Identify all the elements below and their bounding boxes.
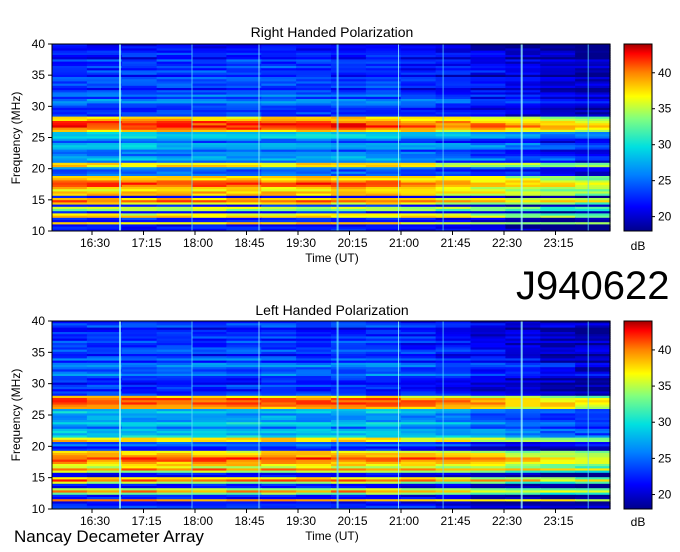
rfi-streak <box>191 44 193 231</box>
y-axis-ticks: 10 15 20 25 30 35 40 <box>32 314 52 516</box>
y-axis-label: Frequency (MHz) <box>9 369 23 462</box>
colorbar-tick-label: 35 <box>658 102 672 116</box>
rfi-streak <box>336 44 339 231</box>
x-tick-label: 19:30 <box>286 514 316 528</box>
rfi-streak <box>442 44 444 231</box>
colorbar-tick-label: 30 <box>658 138 672 152</box>
y-tick-label: 20 <box>32 162 46 176</box>
colorbar-tick-label: 40 <box>658 343 672 357</box>
x-axis-ticks: 16:30 17:15 18:00 18:45 19:30 20:15 21:00 21:45… <box>80 231 574 250</box>
y-tick-label: 10 <box>32 502 46 516</box>
rfi-streak <box>336 321 339 509</box>
y-tick-label: 30 <box>32 377 46 391</box>
x-tick-label: 23:15 <box>543 514 573 528</box>
colorbar-tick-label: 40 <box>658 66 672 80</box>
x-axis-label: Time (UT) <box>305 251 359 265</box>
x-axis-label: Time (UT) <box>305 529 359 543</box>
rfi-streak <box>119 44 121 231</box>
rfi-streak <box>520 44 523 231</box>
right-polarization-panel: Right Handed Polarization 10 15 20 25 30 35 40… <box>9 24 672 265</box>
y-tick-label: 15 <box>32 193 46 207</box>
rfi-streak <box>442 321 444 509</box>
y-tick-label: 35 <box>32 68 46 82</box>
colorbar <box>623 43 653 232</box>
rfi-streak <box>119 321 121 509</box>
x-tick-label: 18:45 <box>234 514 264 528</box>
y-tick-label: 15 <box>32 471 46 485</box>
x-tick-label: 21:00 <box>389 514 419 528</box>
x-axis-ticks: 16:30 17:15 18:00 18:45 19:30 20:15 21:00 21:45… <box>80 509 574 528</box>
x-tick-label: 17:15 <box>131 236 161 250</box>
colorbar-tick-label: 20 <box>658 210 672 224</box>
y-tick-label: 35 <box>32 345 46 359</box>
x-tick-label: 16:30 <box>80 514 110 528</box>
rfi-streak <box>520 321 523 509</box>
y-axis-ticks: 10 15 20 25 30 35 40 <box>32 37 52 238</box>
rfi-streak <box>398 321 399 509</box>
x-tick-label: 20:15 <box>337 236 367 250</box>
colorbar-tick-label: 20 <box>658 488 672 502</box>
x-tick-label: 21:45 <box>440 236 470 250</box>
y-tick-label: 25 <box>32 131 46 145</box>
y-tick-label: 40 <box>32 314 46 328</box>
chart-title: Right Handed Polarization <box>251 24 414 40</box>
x-tick-label: 21:00 <box>389 236 419 250</box>
colorbar-tick-label: 25 <box>658 174 672 188</box>
colorbar-tick-label: 25 <box>658 451 672 465</box>
observation-id: J940622 <box>516 264 670 308</box>
chart-title: Left Handed Polarization <box>255 302 408 318</box>
colorbar-tick-label: 35 <box>658 379 672 393</box>
spectrogram-heatmap <box>52 321 611 509</box>
rfi-streak <box>191 321 193 509</box>
rfi-streak <box>258 321 260 509</box>
x-tick-label: 21:45 <box>440 514 470 528</box>
rfi-streak <box>398 44 399 231</box>
rfi-streak <box>258 44 260 231</box>
x-tick-label: 20:15 <box>337 514 367 528</box>
left-polarization-panel: Left Handed Polarization 10152025303540 … <box>9 302 672 543</box>
colorbar-ticks: 20 25 30 35 40 <box>652 66 672 224</box>
colorbar-ticks: 20 25 30 35 40 <box>652 343 672 502</box>
colorbar-tick-label: 30 <box>658 415 672 429</box>
y-tick-label: 25 <box>32 408 46 422</box>
x-tick-label: 18:45 <box>234 236 264 250</box>
x-tick-label: 19:30 <box>286 236 316 250</box>
colorbar-unit-label: dB <box>631 239 646 253</box>
y-tick-label: 30 <box>32 99 46 113</box>
spectrogram-heatmap <box>52 44 611 231</box>
instrument-label: Nancay Decameter Array <box>14 527 204 546</box>
colorbar <box>623 320 653 510</box>
x-tick-label: 18:00 <box>183 514 213 528</box>
x-tick-label: 22:30 <box>492 514 522 528</box>
colorbar-unit-label: dB <box>631 515 646 529</box>
x-tick-label: 23:15 <box>543 236 573 250</box>
y-axis-label: Frequency (MHz) <box>9 92 23 185</box>
x-tick-label: 18:00 <box>183 236 213 250</box>
rfi-streak <box>587 321 589 509</box>
y-tick-label: 10 <box>32 224 46 238</box>
y-tick-label: 40 <box>32 37 46 51</box>
rfi-streak <box>587 44 589 231</box>
x-tick-label: 17:15 <box>131 514 161 528</box>
x-tick-label: 22:30 <box>492 236 522 250</box>
x-tick-label: 16:30 <box>80 236 110 250</box>
y-tick-label: 20 <box>32 439 46 453</box>
